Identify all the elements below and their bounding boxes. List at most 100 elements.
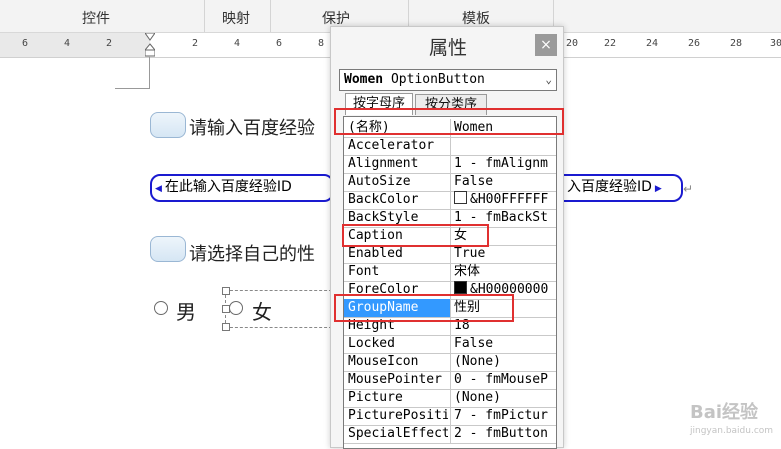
property-value[interactable]: &H00FFFFFF: [454, 191, 554, 209]
ruler-label: 2: [106, 38, 113, 49]
highlight-box-groupname: [334, 294, 514, 322]
column-divider: [450, 425, 451, 443]
page-corner-mark: [115, 88, 149, 89]
property-name: PicturePositi: [348, 408, 448, 423]
object-name: Women: [344, 72, 384, 87]
column-divider: [450, 191, 451, 209]
radio-button-female[interactable]: [229, 301, 243, 315]
property-row[interactable]: Font 宋体: [344, 263, 556, 282]
property-value[interactable]: 宋体: [454, 263, 554, 281]
property-row[interactable]: BackColor &H00FFFFFF: [344, 191, 556, 210]
page-corner-mark: [149, 57, 150, 89]
property-value[interactable]: 1 - fmAlignm: [454, 155, 554, 173]
highlight-box-name: [334, 108, 564, 135]
ruler-label: 4: [64, 38, 71, 49]
property-row[interactable]: MouseIcon (None): [344, 353, 556, 372]
property-value[interactable]: 7 - fmPictur: [454, 407, 554, 425]
properties-titlebar[interactable]: 属性 ×: [331, 27, 563, 63]
watermark-url: jingyan.baidu.com: [690, 426, 774, 436]
ruler-label: 6: [276, 38, 283, 49]
cc-left-arrow-icon: ◀: [155, 184, 162, 194]
column-divider: [450, 263, 451, 281]
ribbon-separator: [270, 0, 271, 32]
cc-placeholder-text: 在此输入百度经验ID: [164, 179, 292, 195]
property-row[interactable]: AutoSize False: [344, 173, 556, 192]
column-divider: [450, 389, 451, 407]
cc-right-arrow-icon: ▶: [654, 184, 662, 194]
property-value[interactable]: False: [454, 335, 554, 353]
property-name: Accelerator: [348, 138, 435, 153]
property-row[interactable]: PicturePositi 7 - fmPictur: [344, 407, 556, 426]
doc-line-prompt-id: 请输入百度经验: [189, 118, 315, 139]
column-divider: [450, 353, 451, 371]
property-name: Alignment: [348, 156, 419, 171]
properties-title: 属性: [429, 37, 468, 59]
column-divider: [450, 245, 451, 263]
column-divider: [450, 335, 451, 353]
paragraph-mark-icon: ↵: [683, 182, 694, 196]
property-value[interactable]: (None): [454, 389, 554, 407]
property-name: AutoSize: [348, 174, 411, 189]
content-control-tag[interactable]: [150, 236, 186, 262]
ruler-label: 22: [604, 38, 617, 49]
property-value[interactable]: 0 - fmMouseP: [454, 371, 554, 389]
property-name: MouseIcon: [348, 354, 419, 369]
property-name: Enabled: [348, 246, 403, 261]
ruler-label: 2: [192, 38, 199, 49]
ribbon-group-templates: 模板: [462, 11, 490, 27]
content-control-text-input[interactable]: ◀ 在此输入百度经验ID: [150, 174, 334, 202]
indent-marker-icon[interactable]: [145, 33, 155, 57]
ribbon-group-mapping: 映射: [222, 11, 250, 27]
object-type: OptionButton: [390, 72, 485, 87]
property-value[interactable]: True: [454, 245, 554, 263]
ruler-label: 26: [688, 38, 701, 49]
ruler-label: 30: [770, 38, 781, 49]
property-row[interactable]: Alignment 1 - fmAlignm: [344, 155, 556, 174]
radio-label-male: 男: [176, 300, 196, 324]
ribbon-separator: [204, 0, 205, 32]
property-name: Font: [348, 264, 380, 279]
radio-button-male[interactable]: [154, 301, 168, 315]
color-swatch-icon: [454, 281, 467, 294]
ribbon-group-protect: 保护: [322, 11, 350, 27]
content-control-text-input-right[interactable]: 入百度经验ID ▶: [555, 174, 683, 202]
chevron-down-icon: ⌄: [545, 73, 552, 86]
ruler-label: 8: [318, 38, 325, 49]
property-row[interactable]: SpecialEffect 2 - fmButton: [344, 425, 556, 444]
doc-line-select-gender: 请选择自己的性: [189, 244, 315, 265]
ruler-label: 4: [234, 38, 241, 49]
column-divider: [450, 371, 451, 389]
property-value-text: &H00FFFFFF: [470, 192, 549, 207]
property-value[interactable]: 2 - fmButton: [454, 425, 554, 443]
property-row[interactable]: Locked False: [344, 335, 556, 354]
radio-label-female: 女: [252, 300, 272, 324]
property-row[interactable]: Accelerator: [344, 137, 556, 156]
content-control-tag[interactable]: [150, 112, 186, 138]
ruler-label: 28: [730, 38, 743, 49]
property-value[interactable]: (None): [454, 353, 554, 371]
ribbon-group-controls: 控件: [82, 11, 110, 27]
resize-handle[interactable]: [222, 323, 230, 331]
resize-handle[interactable]: [222, 287, 230, 295]
property-row[interactable]: Picture (None): [344, 389, 556, 408]
column-divider: [450, 137, 451, 155]
property-name: BackColor: [348, 192, 419, 207]
property-row[interactable]: Enabled True: [344, 245, 556, 264]
property-grid: (名称) Women Accelerator Alignment 1 - fmAli…: [343, 116, 557, 449]
column-divider: [450, 155, 451, 173]
watermark-logo: Bai经验: [690, 402, 759, 423]
ruler-label: 20: [566, 38, 579, 49]
property-value[interactable]: False: [454, 173, 554, 191]
column-divider: [450, 173, 451, 191]
close-button[interactable]: ×: [535, 34, 557, 56]
column-divider: [450, 407, 451, 425]
property-name: SpecialEffect: [348, 426, 448, 441]
cc-placeholder-text-right: 入百度经验ID: [567, 179, 652, 195]
ruler-label: 6: [22, 38, 29, 49]
property-name: Locked: [348, 336, 395, 351]
color-swatch-icon: [454, 191, 467, 204]
object-selector-dropdown[interactable]: Women OptionButton ⌄: [339, 69, 557, 91]
highlight-box-caption: [342, 224, 489, 247]
property-row[interactable]: MousePointer 0 - fmMouseP: [344, 371, 556, 390]
property-name: Picture: [348, 390, 403, 405]
